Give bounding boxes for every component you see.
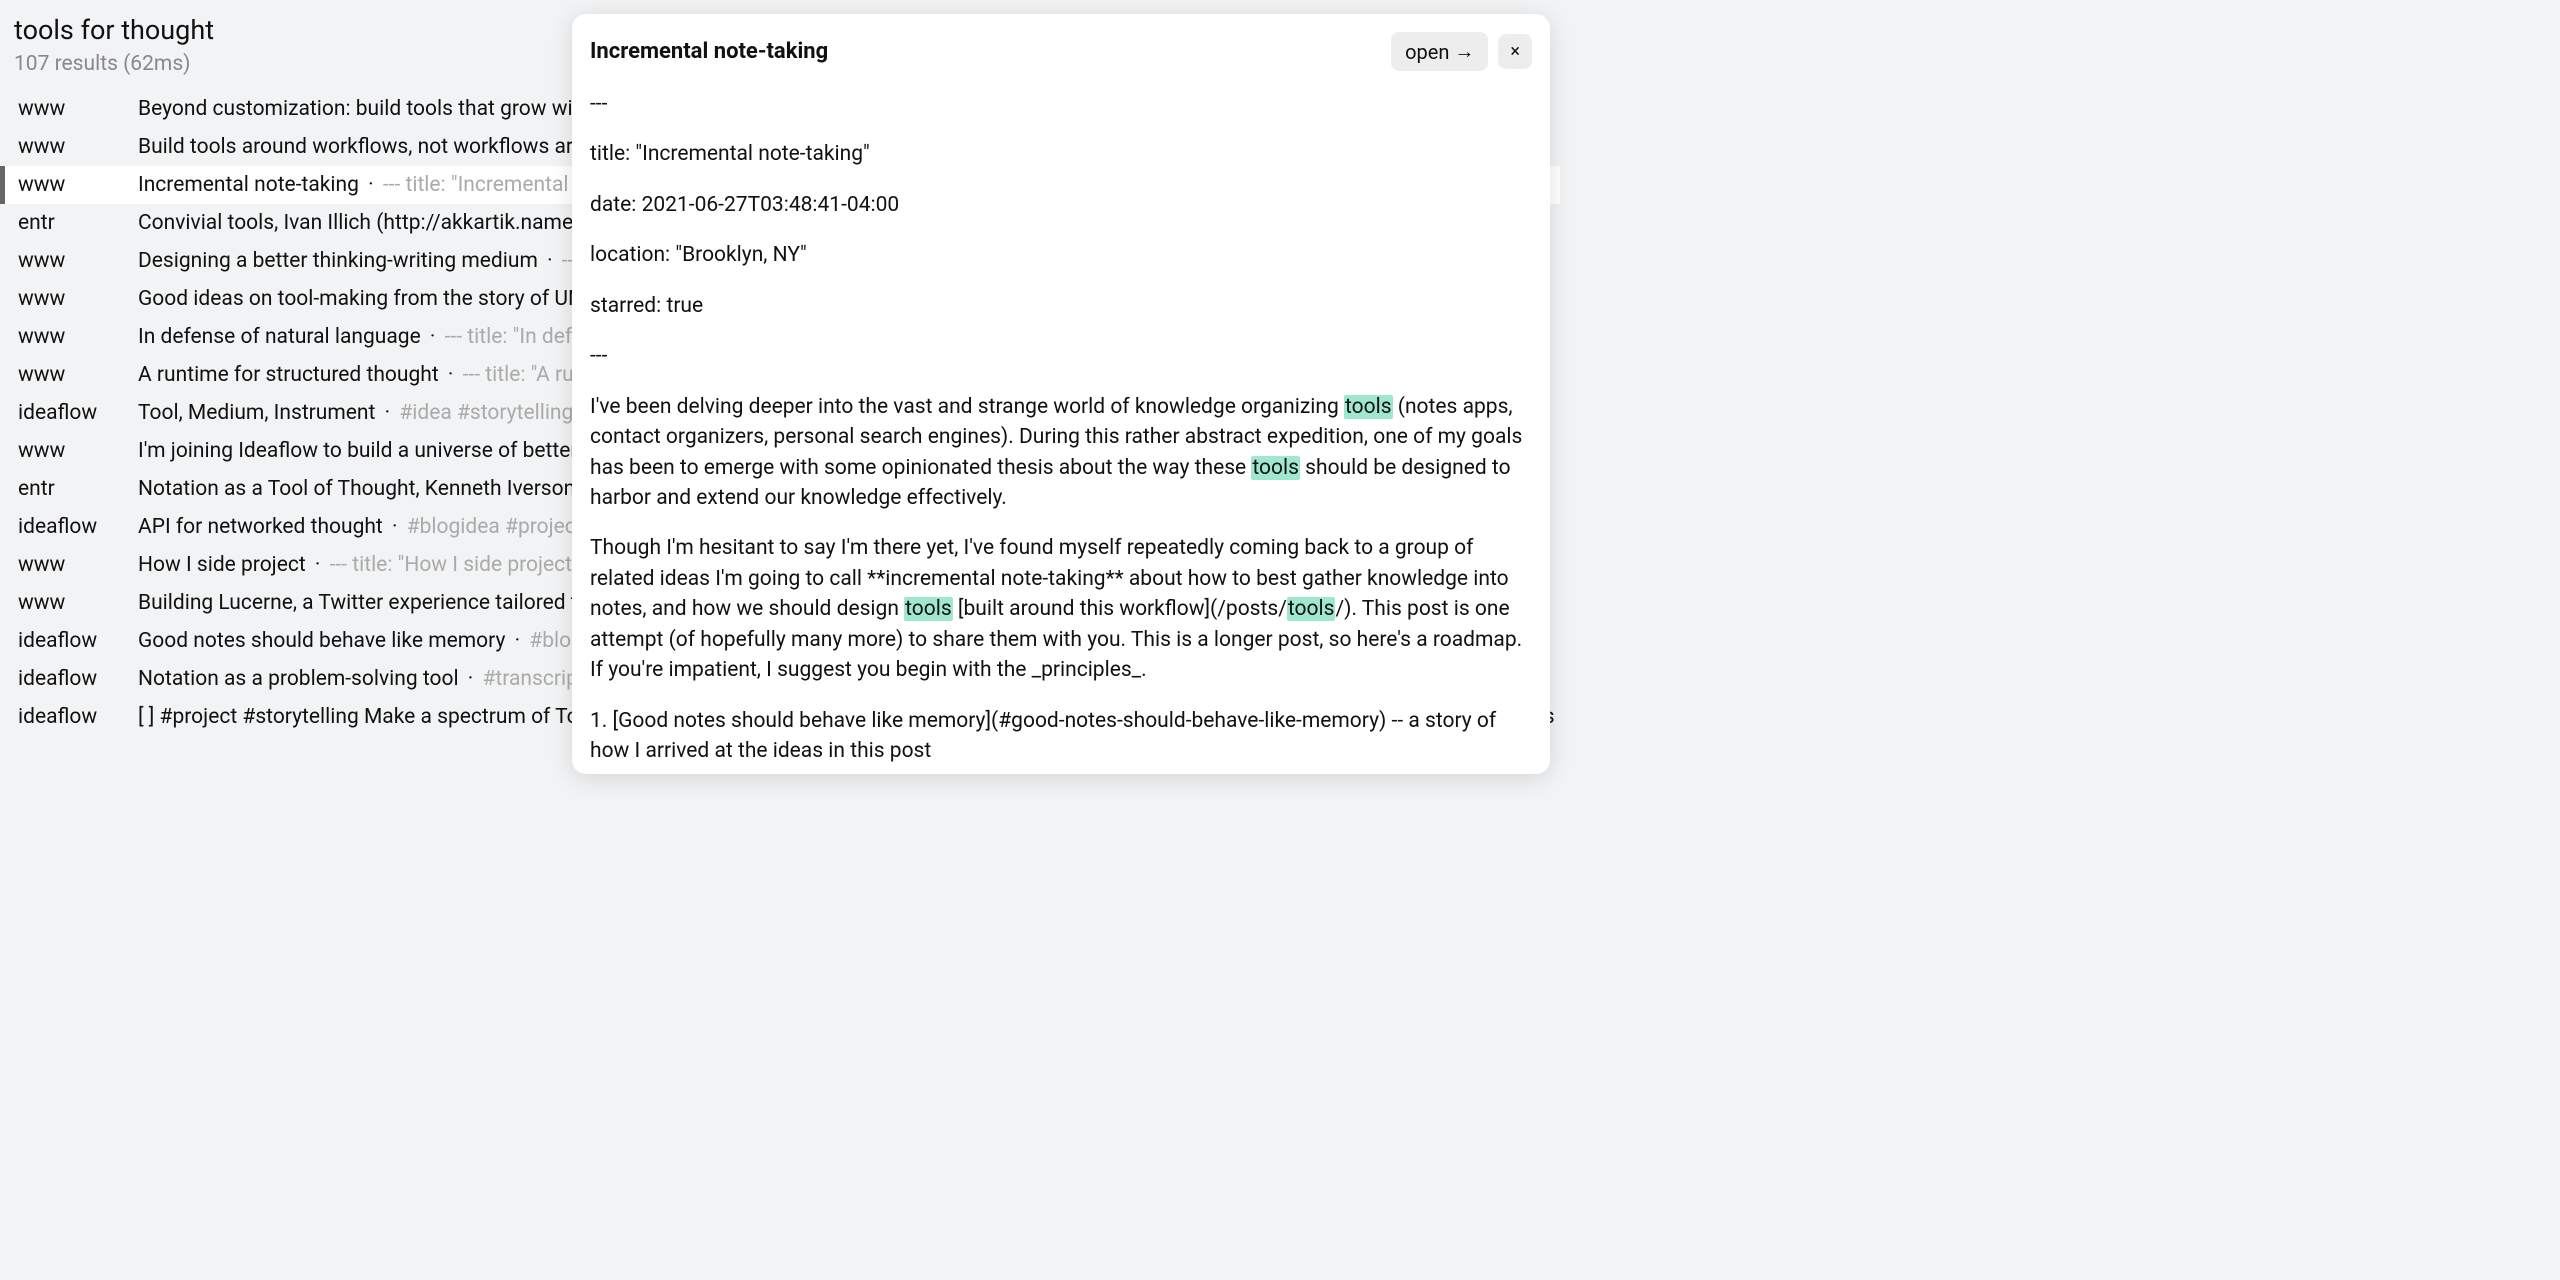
result-source: www [18,97,138,121]
result-title: Good ideas on tool-making from the story… [138,287,602,311]
result-source: www [18,287,138,311]
open-button-label: open [1405,40,1449,64]
result-title: Tool, Medium, Instrument · #idea #storyt… [138,401,591,425]
highlight: tools [1344,395,1393,419]
open-button[interactable]: open → [1391,32,1488,71]
result-source: www [18,591,138,615]
preview-panel: Incremental note-taking open → × --- tit… [572,14,1550,774]
preview-para-1: I've been delving deeper into the vast a… [590,392,1532,514]
preview-header: Incremental note-taking open → × [572,14,1550,81]
result-title: API for networked thought · #blogidea #p… [138,515,601,539]
frontmatter-close: --- [590,341,1532,371]
result-source: www [18,553,138,577]
frontmatter-starred: starred: true [590,291,1532,321]
result-source: www [18,249,138,273]
close-button[interactable]: × [1498,34,1532,69]
result-title: Designing a better thinking-writing medi… [138,249,591,273]
result-source: ideaflow [18,515,138,539]
preview-title: Incremental note-taking [590,39,1391,64]
result-title: Building Lucerne, a Twitter experience t… [138,591,589,615]
frontmatter-open: --- [590,89,1532,119]
result-title: Incremental note-taking · --- title: "In… [138,173,585,197]
result-title: Build tools around workflows, not workfl… [138,135,596,159]
result-title: Notation as a Tool of Thought, Kenneth I… [138,477,605,501]
result-source: ideaflow [18,705,138,729]
result-title: Beyond customization: build tools that g… [138,97,591,121]
result-snippet: --- title: "How I side project" d [330,553,596,577]
result-source: www [18,363,138,387]
result-source: entr [18,477,138,501]
result-source: ideaflow [18,629,138,653]
result-title: How I side project · --- title: "How I s… [138,553,596,577]
result-title: Convivial tools, Ivan Illich (http://akk… [138,211,593,235]
result-source: www [18,135,138,159]
result-title: I'm joining Ideaflow to build a universe… [138,439,590,463]
highlight: tools [1251,456,1300,480]
result-snippet: #idea #storytelling # [399,401,591,425]
preview-para-3: 1. [Good notes should behave like memory… [590,706,1532,767]
result-source: www [18,173,138,197]
highlight: tools [904,597,953,621]
result-source: www [18,325,138,349]
frontmatter-title: title: "Incremental note-taking" [590,139,1532,169]
result-title: Good notes should behave like memory · #… [138,629,600,653]
result-source: entr [18,211,138,235]
highlight: tools [1287,597,1336,621]
result-title: In defense of natural language · --- tit… [138,325,595,349]
arrow-right-icon: → [1454,39,1474,64]
result-source: ideaflow [18,401,138,425]
close-icon: × [1510,41,1520,62]
result-source: ideaflow [18,667,138,691]
result-title: Notation as a problem-solving tool · #tr… [138,667,602,691]
result-snippet: --- title: "Incremental n [383,173,585,197]
result-source: www [18,439,138,463]
frontmatter-date: date: 2021-06-27T03:48:41-04:00 [590,190,1532,220]
result-title: A runtime for structured thought · --- t… [138,363,592,387]
preview-para-2: Though I'm hesitant to say I'm there yet… [590,533,1532,685]
frontmatter-location: location: "Brooklyn, NY" [590,240,1532,270]
preview-body[interactable]: --- title: "Incremental note-taking" dat… [572,81,1550,774]
